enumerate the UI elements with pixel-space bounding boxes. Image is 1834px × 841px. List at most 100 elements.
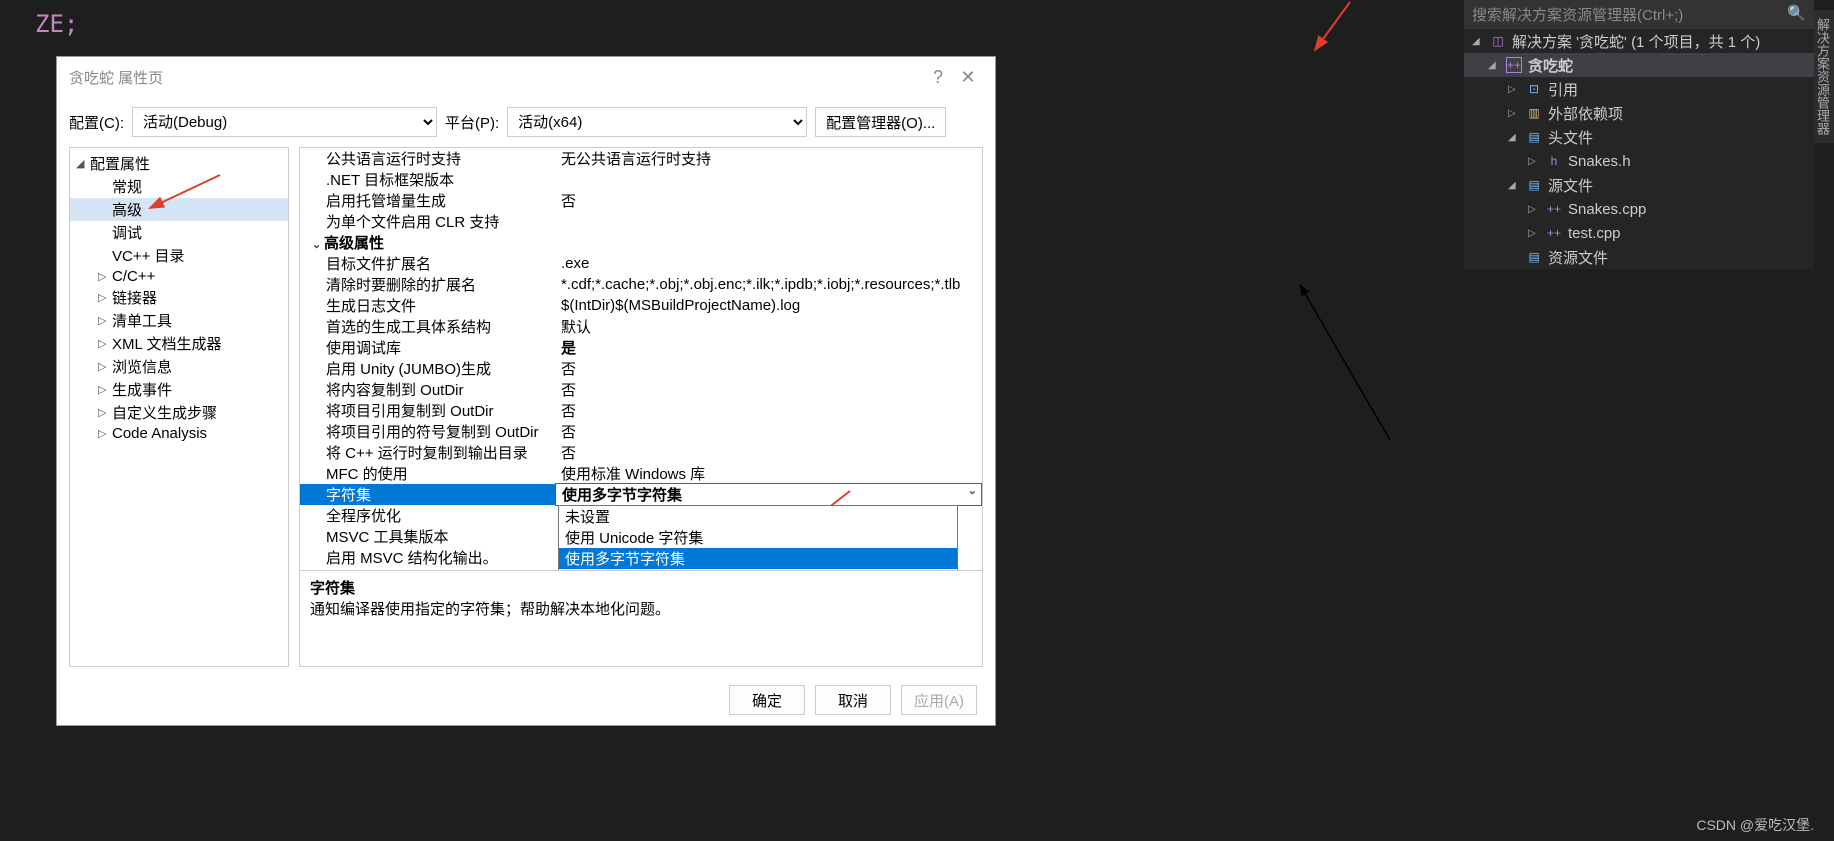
tree-item-label: 生成事件 [112,379,172,400]
solution-search[interactable]: 搜索解决方案资源管理器(Ctrl+;) 🔍 [1464,0,1814,29]
solution-item[interactable]: ▷++Snakes.cpp [1464,197,1814,221]
properties-grid[interactable]: 公共语言运行时支持无公共语言运行时支持.NET 目标框架版本启用托管增量生成否为… [300,148,982,570]
expand-arrow-icon: ▷ [98,314,112,327]
property-pages-dialog: 贪吃蛇 属性页 ? ✕ 配置(C): 活动(Debug) 平台(P): 活动(x… [56,56,996,726]
chevron-down-icon[interactable]: ⌄ [968,484,977,497]
filter-icon: ▤ [1526,129,1542,145]
properties-panel: 公共语言运行时支持无公共语言运行时支持.NET 目标框架版本启用托管增量生成否为… [299,147,983,667]
property-value[interactable]: $(IntDir)$(MSBuildProjectName).log [555,297,982,314]
solution-item[interactable]: ▷⊡引用 [1464,77,1814,101]
platform-select[interactable]: 活动(x64) [507,107,807,137]
property-row[interactable]: 启用托管增量生成否 [300,190,982,211]
help-button[interactable]: ? [923,67,953,88]
property-row[interactable]: 公共语言运行时支持无公共语言运行时支持 [300,148,982,169]
tree-item[interactable]: 调试 [70,221,288,244]
tree-item[interactable]: 常规 [70,175,288,198]
dropdown-option[interactable]: 未设置 [559,506,957,527]
property-value[interactable]: 使用标准 Windows 库 [555,463,982,484]
property-name: 将项目引用的符号复制到 OutDir [300,421,555,442]
config-select[interactable]: 活动(Debug) [132,107,437,137]
property-value[interactable]: 否 [555,421,982,442]
solution-item[interactable]: ◢◫解决方案 '贪吃蛇' (1 个项目，共 1 个) [1464,29,1814,53]
property-value[interactable]: 是 [555,337,982,358]
category-tree[interactable]: ◢配置属性常规高级调试VC++ 目录▷C/C++▷链接器▷清单工具▷XML 文档… [69,147,289,667]
property-value[interactable]: 否 [555,400,982,421]
property-name: 使用调试库 [300,337,555,358]
property-row[interactable]: 使用调试库是 [300,337,982,358]
solution-item-label: test.cpp [1568,225,1621,242]
ok-button[interactable]: 确定 [729,685,805,715]
property-row[interactable]: 启用 Unity (JUMBO)生成否 [300,358,982,379]
tree-item[interactable]: ▷链接器 [70,286,288,309]
property-value[interactable]: 无公共语言运行时支持 [555,148,982,169]
property-name: MFC 的使用 [300,463,555,484]
expand-arrow-icon: ▷ [1528,228,1540,239]
property-value[interactable]: 默认 [555,316,982,337]
dropdown-option[interactable]: <从父级或项目默认设置继承> [559,569,957,570]
property-row[interactable]: MFC 的使用使用标准 Windows 库 [300,463,982,484]
solution-item[interactable]: ▷hSnakes.h [1464,149,1814,173]
property-row[interactable]: 将内容复制到 OutDir否 [300,379,982,400]
tree-item-label: VC++ 目录 [112,245,185,266]
solution-item[interactable]: ▷ ++ test.cpp [1464,221,1814,245]
sol-icon: ◫ [1490,33,1506,49]
property-row[interactable]: .NET 目标框架版本 [300,169,982,190]
expand-arrow-icon: ◢ [1508,180,1520,191]
tree-item[interactable]: ▷生成事件 [70,378,288,401]
cancel-button[interactable]: 取消 [815,685,891,715]
config-manager-button[interactable]: 配置管理器(O)... [815,107,946,137]
tree-item[interactable]: ◢配置属性 [70,152,288,175]
search-icon: 🔍 [1787,4,1806,25]
solution-item[interactable]: ◢▤源文件 [1464,173,1814,197]
tree-item[interactable]: 高级 [70,198,288,221]
property-value[interactable]: 否 [555,190,982,211]
solution-item[interactable]: ◢++贪吃蛇 [1464,53,1814,77]
property-row[interactable]: 将项目引用的符号复制到 OutDir否 [300,421,982,442]
cppfile-icon: ++ [1546,201,1562,217]
expand-arrow-icon: ◢ [1488,60,1500,71]
property-row[interactable]: 生成日志文件$(IntDir)$(MSBuildProjectName).log [300,295,982,316]
expand-arrow-icon: ▷ [98,270,112,283]
close-button[interactable]: ✕ [953,67,983,88]
property-value[interactable]: .exe [555,255,982,272]
tree-item[interactable]: ▷自定义生成步骤 [70,401,288,424]
dropdown-option[interactable]: 使用 Unicode 字符集 [559,527,957,548]
property-name: 清除时要删除的扩展名 [300,274,555,295]
property-row[interactable]: 将 C++ 运行时复制到输出目录否 [300,442,982,463]
charset-dropdown[interactable]: 未设置使用 Unicode 字符集使用多字节字符集<从父级或项目默认设置继承> [558,505,958,570]
property-name: 将项目引用复制到 OutDir [300,400,555,421]
property-name: 将 C++ 运行时复制到输出目录 [300,442,555,463]
cppfile-icon: ++ [1546,225,1562,241]
tree-item[interactable]: ▷C/C++ [70,267,288,286]
property-row[interactable]: 清除时要删除的扩展名*.cdf;*.cache;*.obj;*.obj.enc;… [300,274,982,295]
property-row[interactable]: 为单个文件启用 CLR 支持 [300,211,982,232]
property-value[interactable]: 否 [555,442,982,463]
property-value[interactable]: *.cdf;*.cache;*.obj;*.obj.enc;*.ilk;*.ip… [555,276,982,293]
tree-item[interactable]: ▷XML 文档生成器 [70,332,288,355]
property-row[interactable]: 字符集使用多字节字符集⌄ [300,484,982,505]
property-row[interactable]: 首选的生成工具体系结构默认 [300,316,982,337]
tree-item[interactable]: ▷浏览信息 [70,355,288,378]
dropdown-option[interactable]: 使用多字节字符集 [559,548,957,569]
dialog-titlebar: 贪吃蛇 属性页 ? ✕ [57,57,995,97]
property-value[interactable]: 否 [555,358,982,379]
group-label: 高级属性 [324,235,384,252]
solution-item[interactable]: ◢▤头文件 [1464,125,1814,149]
property-value[interactable]: 使用多字节字符集⌄ [555,483,982,506]
tree-item[interactable]: VC++ 目录 [70,244,288,267]
solution-explorer-tab[interactable]: 解决方案资源管理器 [1814,10,1834,143]
property-value[interactable]: 否 [555,379,982,400]
solution-item[interactable]: ▤资源文件 [1464,245,1814,269]
platform-label: 平台(P): [445,112,499,133]
property-row[interactable]: 将项目引用复制到 OutDir否 [300,400,982,421]
code-fragment: ZE; [35,10,78,38]
apply-button[interactable]: 应用(A) [901,685,977,715]
property-name: 将内容复制到 OutDir [300,379,555,400]
property-group[interactable]: ⌄高级属性 [300,232,982,253]
arrow-annotation-icon [1310,0,1360,60]
tree-item-label: 配置属性 [90,153,150,174]
tree-item[interactable]: ▷清单工具 [70,309,288,332]
tree-item[interactable]: ▷Code Analysis [70,424,288,443]
solution-item[interactable]: ▷▥外部依赖项 [1464,101,1814,125]
property-row[interactable]: 目标文件扩展名.exe [300,253,982,274]
